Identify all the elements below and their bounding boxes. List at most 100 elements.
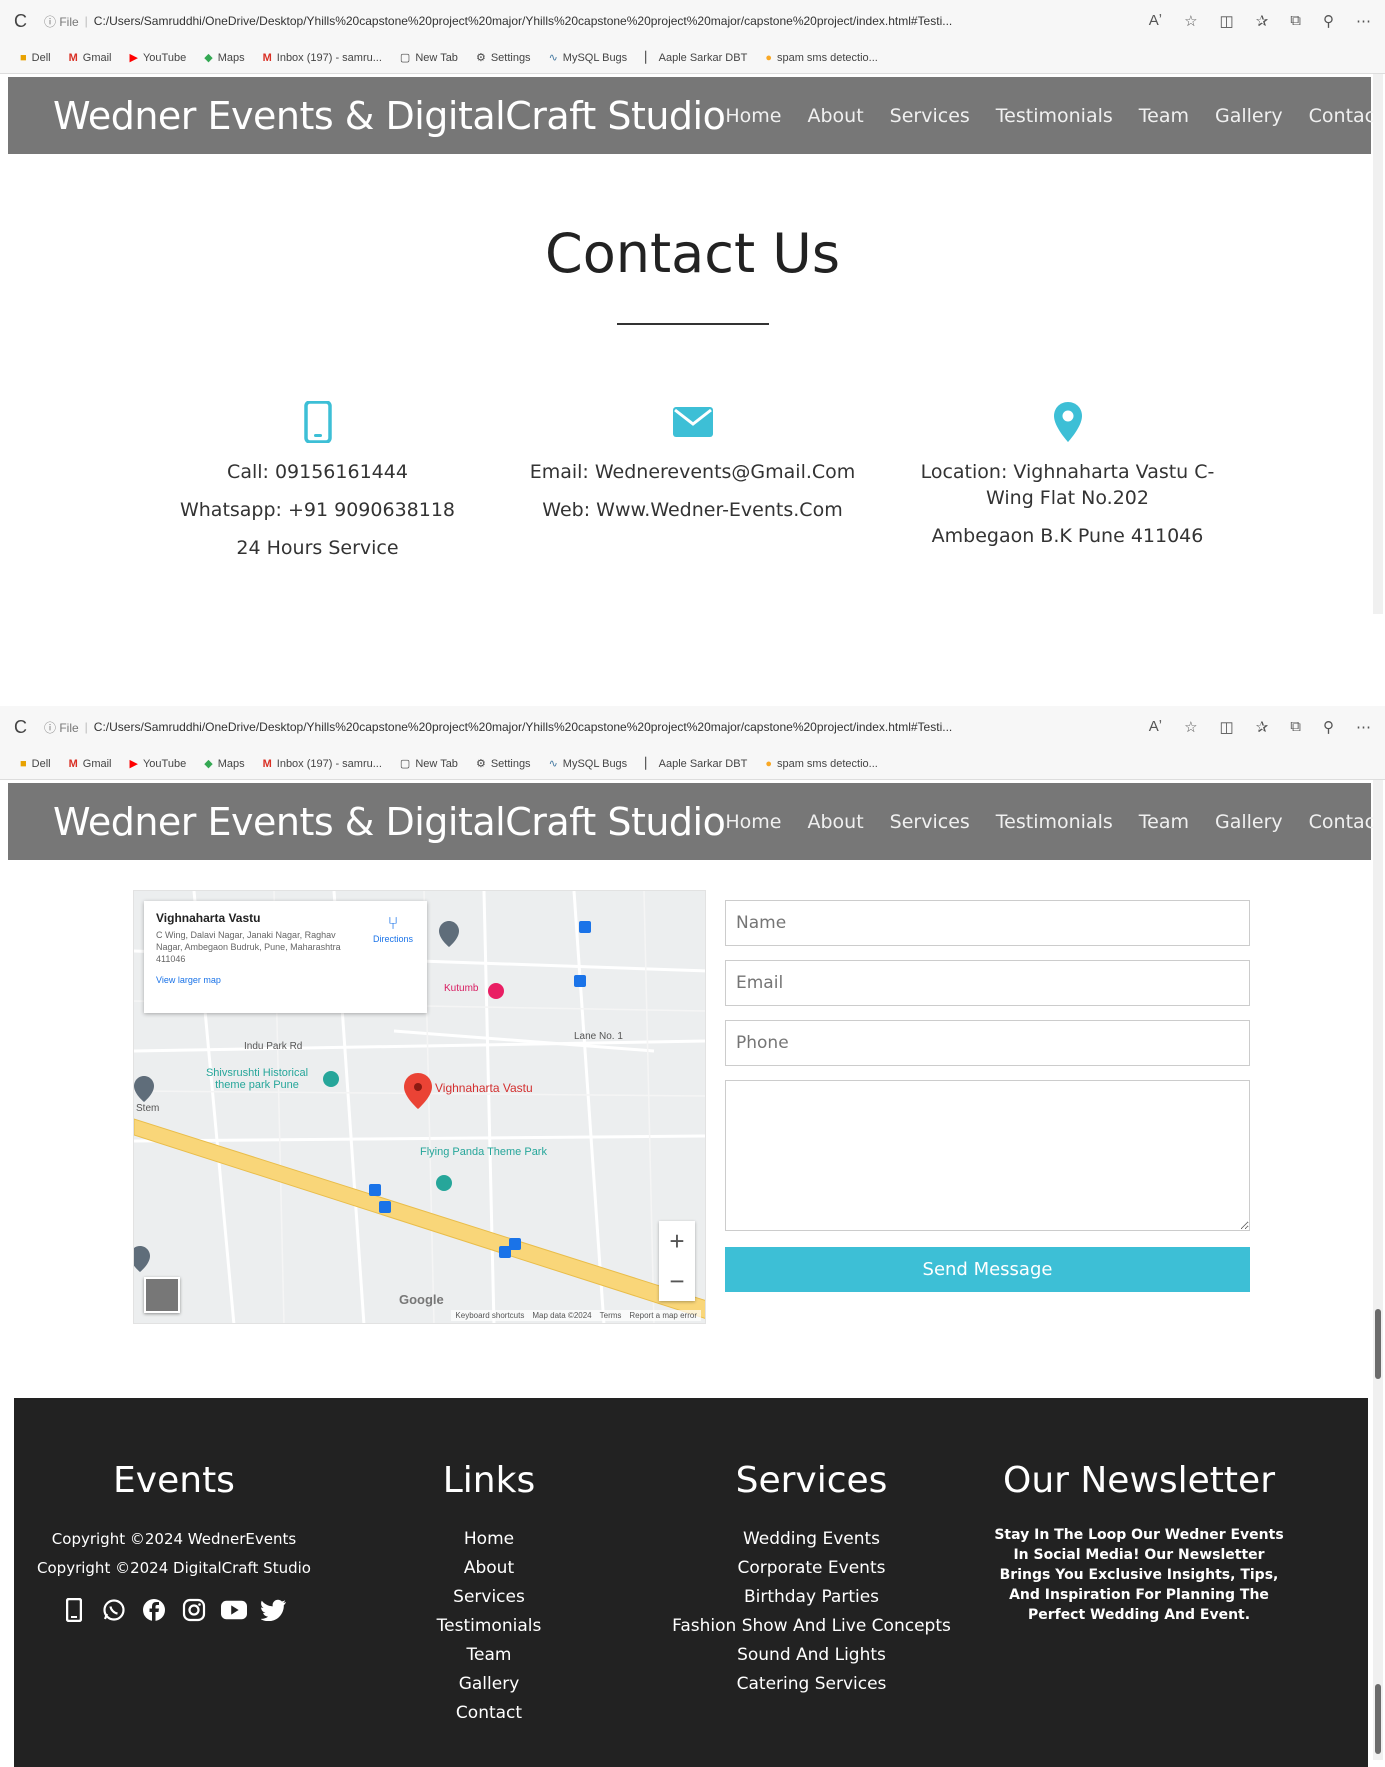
map-label-kutumb[interactable]: Kutumb (444, 983, 478, 994)
bookmark-inbox[interactable]: M Inbox (197) - samru... (263, 52, 382, 64)
page-scrollbar[interactable] (1373, 780, 1383, 1760)
street-view-thumbnail[interactable] (144, 1277, 180, 1313)
nav-contact[interactable]: Contact (1309, 105, 1383, 127)
footer-link-gallery[interactable]: Gallery (334, 1670, 644, 1699)
nav-testimonials[interactable]: Testimonials (996, 105, 1113, 127)
nav-about[interactable]: About (807, 811, 863, 833)
instagram-icon[interactable] (181, 1597, 207, 1623)
zoom-in-icon[interactable]: + (669, 1226, 684, 1257)
bookmark-maps[interactable]: ◆ Maps (204, 51, 244, 65)
map-label-vighnaharta[interactable]: Vighnaharta Vastu (435, 1081, 533, 1095)
view-larger-map-link[interactable]: View larger map (156, 975, 415, 985)
footer-service-item[interactable]: Sound And Lights (644, 1641, 979, 1670)
more-menu-icon[interactable]: ⋯ (1356, 12, 1371, 30)
bookmark-youtube[interactable]: ▶ YouTube (130, 757, 187, 771)
nav-about[interactable]: About (807, 105, 863, 127)
nav-gallery[interactable]: Gallery (1215, 811, 1283, 833)
footer-service-item[interactable]: Fashion Show And Live Concepts (644, 1612, 979, 1641)
bookmark-dell[interactable]: ■ Dell (20, 758, 51, 770)
report-map-error-link[interactable]: Report a map error (629, 1311, 697, 1320)
bookmark-maps[interactable]: ◆ Maps (204, 757, 244, 771)
whatsapp-icon[interactable] (101, 1597, 127, 1623)
embedded-map[interactable]: Vighnaharta Vastu C Wing, Dalavi Nagar, … (133, 890, 706, 1324)
facebook-icon[interactable] (141, 1597, 167, 1623)
bookmark-dell[interactable]: ■ Dell (20, 52, 51, 64)
bookmark-gmail[interactable]: M Gmail (69, 52, 112, 64)
map-label-shivsrushti[interactable]: Shivsrushti Historical theme park Pune (192, 1067, 322, 1091)
bookmark-spam-sms[interactable]: ● spam sms detectio... (765, 52, 878, 64)
email-input[interactable] (725, 960, 1250, 1006)
whatsapp-number[interactable]: Whatsapp: +91 9090638118 (130, 497, 505, 523)
nav-home[interactable]: Home (725, 811, 781, 833)
favorite-star-icon[interactable]: ☆ (1184, 718, 1197, 736)
bookmark-aaple-sarkar[interactable]: ▏ Aaple Sarkar DBT (645, 757, 747, 771)
favorites-icon[interactable]: ✰ (1256, 718, 1269, 736)
zoom-out-icon[interactable]: − (669, 1266, 684, 1297)
footer-link-contact[interactable]: Contact (334, 1699, 644, 1728)
bookmark-aaple-sarkar[interactable]: ▏ Aaple Sarkar DBT (645, 51, 747, 65)
scrollbar-thumb[interactable] (1375, 1309, 1381, 1379)
phone-input[interactable] (725, 1020, 1250, 1066)
footer-link-about[interactable]: About (334, 1554, 644, 1583)
nav-services[interactable]: Services (890, 105, 970, 127)
bookmark-settings[interactable]: ⚙ Settings (476, 757, 531, 771)
page-scrollbar[interactable] (1373, 74, 1383, 614)
scrollbar-thumb[interactable] (1375, 1684, 1381, 1754)
bookmark-settings[interactable]: ⚙ Settings (476, 51, 531, 65)
nav-services[interactable]: Services (890, 811, 970, 833)
footer-link-testimonials[interactable]: Testimonials (334, 1612, 644, 1641)
youtube-icon[interactable] (221, 1597, 247, 1623)
split-screen-icon[interactable]: ◫ (1220, 718, 1234, 736)
footer-link-services[interactable]: Services (334, 1583, 644, 1612)
name-input[interactable] (725, 900, 1250, 946)
site-info-icon[interactable]: ⓘ File (44, 719, 79, 736)
nav-testimonials[interactable]: Testimonials (996, 811, 1113, 833)
brand-title[interactable]: Wedner Events & DigitalCraft Studio (53, 800, 726, 844)
bookmark-mysql[interactable]: ∿ MySQL Bugs (549, 51, 628, 65)
address-url[interactable]: C:/Users/Samruddhi/OneDrive/Desktop/Yhil… (94, 14, 952, 28)
bookmark-youtube[interactable]: ▶ YouTube (130, 51, 187, 65)
nav-team[interactable]: Team (1139, 811, 1189, 833)
address-url[interactable]: C:/Users/Samruddhi/OneDrive/Desktop/Yhil… (94, 720, 952, 734)
footer-service-item[interactable]: Birthday Parties (644, 1583, 979, 1612)
twitter-icon[interactable] (261, 1597, 287, 1623)
read-aloud-icon[interactable]: Aʼ (1149, 12, 1162, 30)
reload-button[interactable]: C (14, 11, 44, 32)
footer-link-team[interactable]: Team (334, 1641, 644, 1670)
split-screen-icon[interactable]: ◫ (1220, 12, 1234, 30)
footer-service-item[interactable]: Corporate Events (644, 1554, 979, 1583)
collections-icon[interactable]: ⧉ (1290, 718, 1301, 736)
nav-home[interactable]: Home (725, 105, 781, 127)
send-message-button[interactable]: Send Message (725, 1247, 1250, 1292)
favorite-star-icon[interactable]: ☆ (1184, 12, 1197, 30)
bookmark-mysql[interactable]: ∿ MySQL Bugs (549, 757, 628, 771)
favorites-icon[interactable]: ✰ (1256, 12, 1269, 30)
address-bar[interactable]: ⓘ File | C:/Users/Samruddhi/OneDrive/Des… (44, 13, 1139, 30)
footer-link-home[interactable]: Home (334, 1525, 644, 1554)
read-aloud-icon[interactable]: Aʼ (1149, 718, 1162, 736)
extensions-icon[interactable]: ⚲ (1323, 12, 1334, 30)
message-textarea[interactable] (725, 1080, 1250, 1231)
bookmark-spam-sms[interactable]: ● spam sms detectio... (765, 758, 878, 770)
collections-icon[interactable]: ⧉ (1290, 12, 1301, 30)
keyboard-shortcuts-link[interactable]: Keyboard shortcuts (455, 1311, 524, 1320)
map-label-flying-panda[interactable]: Flying Panda Theme Park (420, 1146, 547, 1158)
bookmark-new-tab[interactable]: ▢ New Tab (400, 757, 458, 771)
directions-button[interactable]: ⑂ Directions (373, 913, 413, 944)
map-terms-link[interactable]: Terms (600, 1311, 622, 1320)
footer-service-item[interactable]: Catering Services (644, 1670, 979, 1699)
nav-gallery[interactable]: Gallery (1215, 105, 1283, 127)
brand-title[interactable]: Wedner Events & DigitalCraft Studio (53, 94, 726, 138)
email-address[interactable]: Email: Wednerevents@Gmail.Com (505, 459, 880, 485)
bookmark-new-tab[interactable]: ▢ New Tab (400, 51, 458, 65)
more-menu-icon[interactable]: ⋯ (1356, 718, 1371, 736)
extensions-icon[interactable]: ⚲ (1323, 718, 1334, 736)
nav-contact[interactable]: Contact (1309, 811, 1383, 833)
footer-service-item[interactable]: Wedding Events (644, 1525, 979, 1554)
reload-button[interactable]: C (14, 717, 44, 738)
bookmark-inbox[interactable]: M Inbox (197) - samru... (263, 758, 382, 770)
nav-team[interactable]: Team (1139, 105, 1189, 127)
site-info-icon[interactable]: ⓘ File (44, 13, 79, 30)
bookmark-gmail[interactable]: M Gmail (69, 758, 112, 770)
call-number[interactable]: Call: 09156161444 (130, 459, 505, 485)
